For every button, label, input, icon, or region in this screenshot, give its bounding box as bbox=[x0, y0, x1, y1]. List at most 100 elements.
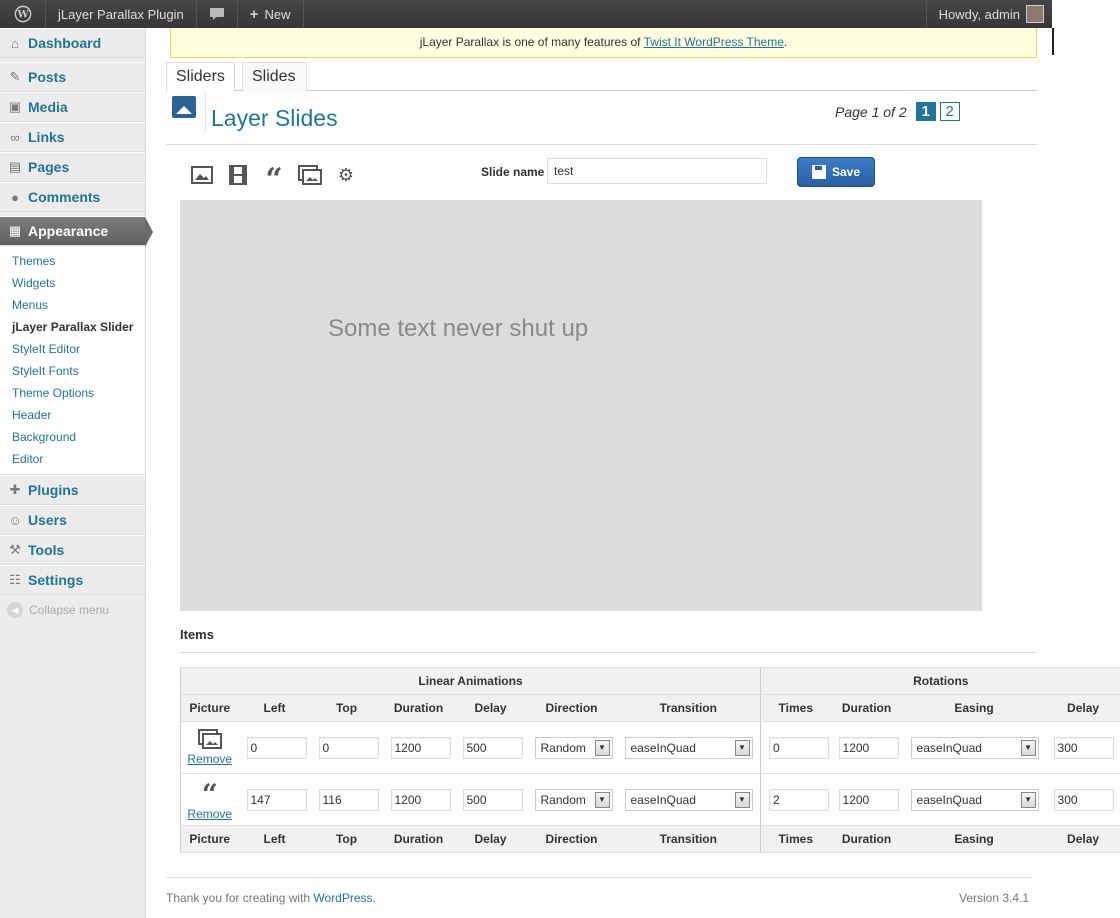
sidebar-item-links[interactable]: ∞ Links bbox=[0, 122, 145, 152]
slide-name-label: Slide name bbox=[481, 165, 545, 179]
direction-select[interactable]: Random ▼ bbox=[534, 788, 613, 811]
easing-value: easeInQuad bbox=[916, 740, 982, 755]
sidebar-item-pages[interactable]: ▤ Pages bbox=[0, 152, 145, 182]
tools-icon: ⚒ bbox=[9, 542, 21, 557]
direction-select[interactable]: Random ▼ bbox=[534, 736, 613, 759]
transition-select[interactable]: easeInQuad ▼ bbox=[624, 788, 753, 811]
foot-col-transition: Transition bbox=[616, 825, 761, 853]
transition-value: easeInQuad bbox=[630, 792, 696, 807]
sidebar-item-posts[interactable]: ✎ Posts bbox=[0, 62, 145, 92]
plus-icon: + bbox=[249, 5, 259, 23]
easing-value: easeInQuad bbox=[916, 792, 982, 807]
twist-it-theme-link[interactable]: Twist It WordPress Theme bbox=[644, 35, 784, 49]
account-menu[interactable]: Howdy, admin bbox=[925, 0, 1052, 28]
footer-text-end: . bbox=[372, 891, 376, 905]
col-left: Left bbox=[238, 694, 311, 722]
sidebar-item-dashboard[interactable]: ⌂ Dashboard bbox=[0, 28, 145, 58]
left-input[interactable] bbox=[246, 788, 307, 811]
sidebar-label: Plugins bbox=[28, 482, 79, 498]
submenu-item-widgets[interactable]: Widgets bbox=[0, 272, 145, 294]
dropdown-arrow-icon: ▼ bbox=[734, 791, 750, 808]
dropdown-arrow-icon: ▼ bbox=[594, 791, 610, 808]
sidebar-label: Dashboard bbox=[28, 35, 102, 51]
foot-col-top: Top bbox=[310, 825, 383, 853]
pagination: Page 1 of 2 1 2 bbox=[835, 102, 960, 121]
rot-duration-input[interactable] bbox=[838, 788, 899, 811]
new-label: New bbox=[264, 6, 291, 22]
delay-input[interactable] bbox=[462, 736, 523, 759]
page-1-link[interactable]: 1 bbox=[915, 102, 936, 121]
submenu-item-editor[interactable]: Editor bbox=[0, 448, 145, 470]
sidebar-item-users[interactable]: ☺ Users bbox=[0, 505, 145, 535]
footer-version: Version 3.4.1 bbox=[959, 891, 1030, 905]
collapse-menu-button[interactable]: ◀ Collapse menu bbox=[0, 595, 145, 625]
wordpress-link[interactable]: WordPress bbox=[313, 891, 372, 905]
sidebar-item-comments[interactable]: ● Comments bbox=[0, 182, 145, 212]
wordpress-logo-icon[interactable]: W bbox=[0, 0, 46, 28]
submenu-item-styleit-editor[interactable]: StyleIt Editor bbox=[0, 338, 145, 360]
submenu-item-theme-options[interactable]: Theme Options bbox=[0, 382, 145, 404]
easing-select[interactable]: easeInQuad ▼ bbox=[910, 788, 1039, 811]
left-input[interactable] bbox=[246, 736, 307, 759]
site-name-link[interactable]: jLayer Parallax Plugin bbox=[46, 0, 197, 28]
dropdown-arrow-icon: ▼ bbox=[734, 739, 750, 756]
sidebar-label: Tools bbox=[28, 542, 65, 558]
duration-input[interactable] bbox=[390, 736, 451, 759]
submenu-item-menus[interactable]: Menus bbox=[0, 294, 145, 316]
appearance-submenu: Themes Widgets Menus jLayer Parallax Sli… bbox=[0, 246, 145, 475]
add-gallery-icon[interactable] bbox=[298, 163, 322, 187]
foot-col-direction: Direction bbox=[526, 825, 617, 853]
rot-duration-input[interactable] bbox=[838, 736, 899, 759]
submenu-item-header[interactable]: Header bbox=[0, 404, 145, 426]
settings-gears-icon[interactable]: ⚙ bbox=[334, 163, 358, 187]
layer-toolbar: “ ⚙ bbox=[190, 162, 358, 195]
rot-delay-input[interactable] bbox=[1053, 736, 1114, 759]
times-input[interactable] bbox=[769, 788, 830, 811]
dropdown-arrow-icon: ▼ bbox=[594, 739, 610, 756]
slide-name-input[interactable] bbox=[547, 158, 767, 184]
easing-select[interactable]: easeInQuad ▼ bbox=[910, 736, 1039, 759]
add-video-icon[interactable] bbox=[226, 163, 250, 187]
notice-text: jLayer Parallax is one of many features … bbox=[419, 35, 644, 49]
times-input[interactable] bbox=[769, 736, 830, 759]
sidebar-item-tools[interactable]: ⚒ Tools bbox=[0, 535, 145, 565]
submenu-item-themes[interactable]: Themes bbox=[0, 250, 145, 272]
top-input[interactable] bbox=[318, 736, 379, 759]
tab-sliders[interactable]: Sliders bbox=[166, 62, 235, 92]
submenu-item-background[interactable]: Background bbox=[0, 426, 145, 448]
submenu-item-styleit-fonts[interactable]: StyleIt Fonts bbox=[0, 360, 145, 382]
duration-input[interactable] bbox=[390, 788, 451, 811]
sidebar-item-appearance[interactable]: ▦ Appearance bbox=[0, 216, 153, 247]
slide-canvas[interactable]: Some text never shut up bbox=[180, 200, 982, 611]
delay-input[interactable] bbox=[462, 788, 523, 811]
page-2-link[interactable]: 2 bbox=[939, 102, 960, 121]
media-icon: ▣ bbox=[8, 99, 22, 114]
remove-link[interactable]: Remove bbox=[181, 807, 239, 821]
new-content-button[interactable]: + New bbox=[238, 0, 304, 28]
save-button[interactable]: Save bbox=[797, 157, 875, 187]
sidebar-item-media[interactable]: ▣ Media bbox=[0, 92, 145, 122]
sidebar-label: Settings bbox=[28, 572, 84, 588]
sidebar-item-settings[interactable]: ☷ Settings bbox=[0, 565, 145, 595]
sidebar-item-plugins[interactable]: ✚ Plugins bbox=[0, 475, 145, 505]
remove-link[interactable]: Remove bbox=[181, 752, 239, 766]
tab-slides[interactable]: Slides bbox=[242, 62, 307, 92]
divider bbox=[166, 877, 1032, 878]
submenu-item-jlayer-parallax-slider[interactable]: jLayer Parallax Slider bbox=[0, 316, 145, 338]
link-icon: ∞ bbox=[10, 129, 20, 145]
add-image-icon[interactable] bbox=[190, 163, 214, 187]
add-quote-icon[interactable]: “ bbox=[262, 163, 286, 195]
svg-text:W: W bbox=[16, 10, 29, 21]
divider bbox=[166, 144, 1037, 145]
footer-thanks: Thank you for creating with WordPress. bbox=[166, 891, 376, 905]
feature-notice: jLayer Parallax is one of many features … bbox=[170, 28, 1037, 58]
transition-value: easeInQuad bbox=[630, 740, 696, 755]
edge-line bbox=[1052, 28, 1054, 55]
top-input[interactable] bbox=[318, 788, 379, 811]
comments-bubble-icon[interactable] bbox=[197, 0, 238, 28]
divider bbox=[180, 652, 1037, 653]
canvas-text-layer[interactable]: Some text never shut up bbox=[328, 315, 588, 343]
transition-select[interactable]: easeInQuad ▼ bbox=[624, 736, 753, 759]
rot-delay-input[interactable] bbox=[1053, 788, 1114, 811]
col-delay: Delay bbox=[454, 694, 527, 722]
